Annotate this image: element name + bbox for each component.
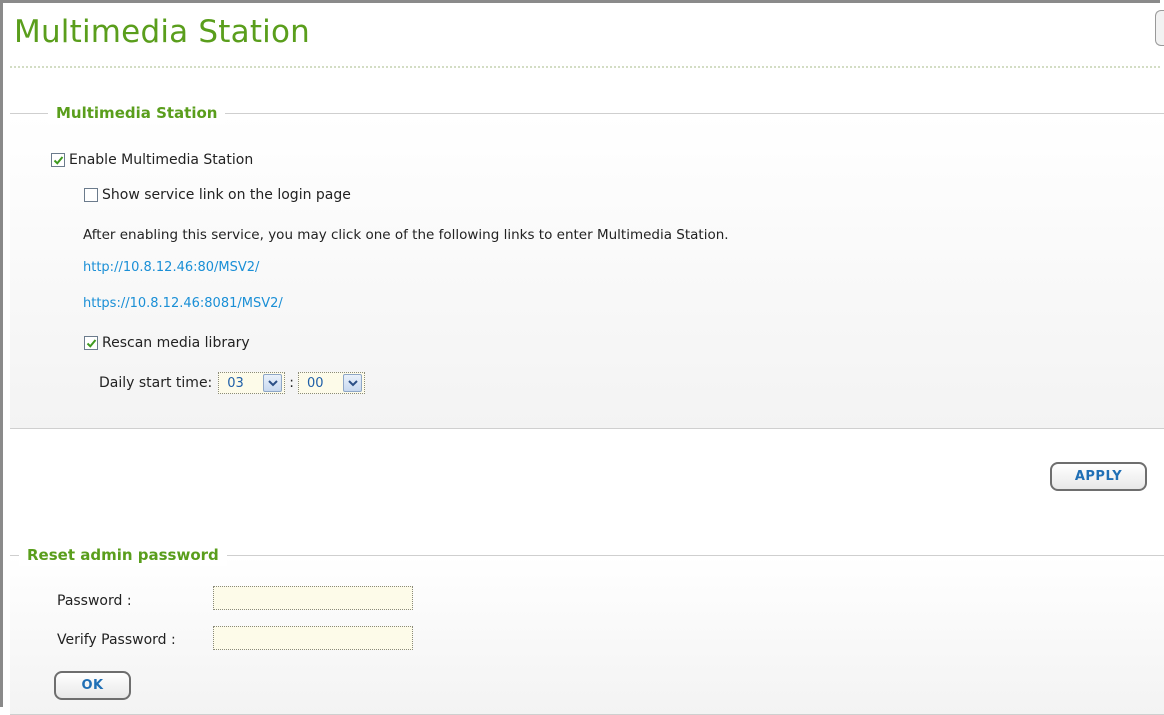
chevron-down-icon[interactable]: [343, 374, 362, 392]
password-label-row: Password :: [57, 593, 132, 609]
verify-label-row: Verify Password :: [57, 632, 176, 648]
rescan-checkbox[interactable]: [84, 336, 98, 350]
apply-button[interactable]: APPLY: [1050, 462, 1147, 491]
minute-select[interactable]: 00: [298, 372, 365, 394]
daily-time-row: Daily start time: 03 : 00: [99, 372, 365, 394]
scrollbar-stub[interactable]: [1155, 10, 1164, 46]
enable-label[interactable]: Enable Multimedia Station: [69, 152, 253, 168]
http-link-row: http://10.8.12.46:80/MSV2/: [83, 260, 259, 275]
window-left-border: [0, 0, 3, 707]
checkmark-icon: [53, 155, 63, 165]
checkmark-icon: [86, 338, 96, 348]
time-separator: :: [289, 375, 294, 391]
multimedia-station-panel: Multimedia Station Enable Multimedia Sta…: [10, 102, 1164, 429]
daily-start-label: Daily start time:: [99, 375, 213, 391]
show-link-row: Show service link on the login page: [84, 187, 351, 203]
ok-button[interactable]: OK: [54, 671, 131, 700]
http-link[interactable]: http://10.8.12.46:80/MSV2/: [83, 260, 259, 275]
page-title: Multimedia Station: [14, 14, 310, 50]
title-divider: [10, 66, 1160, 68]
https-link[interactable]: https://10.8.12.46:8081/MSV2/: [83, 296, 283, 311]
window-top-border: [0, 0, 1160, 3]
show-link-checkbox[interactable]: [84, 188, 98, 202]
verify-password-label: Verify Password :: [57, 632, 176, 648]
minute-value: 00: [307, 375, 324, 391]
reset-password-panel: Reset admin password Password : Verify P…: [10, 544, 1164, 715]
info-row: After enabling this service, you may cli…: [83, 227, 729, 243]
enable-row: Enable Multimedia Station: [51, 152, 253, 168]
https-link-row: https://10.8.12.46:8081/MSV2/: [83, 296, 283, 311]
panel-legend: Reset admin password: [19, 544, 227, 566]
password-label: Password :: [57, 593, 132, 609]
hour-select[interactable]: 03: [218, 372, 286, 394]
rescan-label[interactable]: Rescan media library: [102, 335, 250, 351]
hour-value: 03: [227, 375, 244, 391]
verify-password-input[interactable]: [213, 626, 413, 650]
show-link-label[interactable]: Show service link on the login page: [102, 187, 351, 203]
info-text: After enabling this service, you may cli…: [83, 227, 729, 243]
enable-checkbox[interactable]: [51, 153, 65, 167]
chevron-down-icon[interactable]: [263, 374, 283, 392]
rescan-row: Rescan media library: [84, 335, 250, 351]
password-input[interactable]: [213, 586, 413, 610]
panel-legend: Multimedia Station: [48, 102, 226, 124]
